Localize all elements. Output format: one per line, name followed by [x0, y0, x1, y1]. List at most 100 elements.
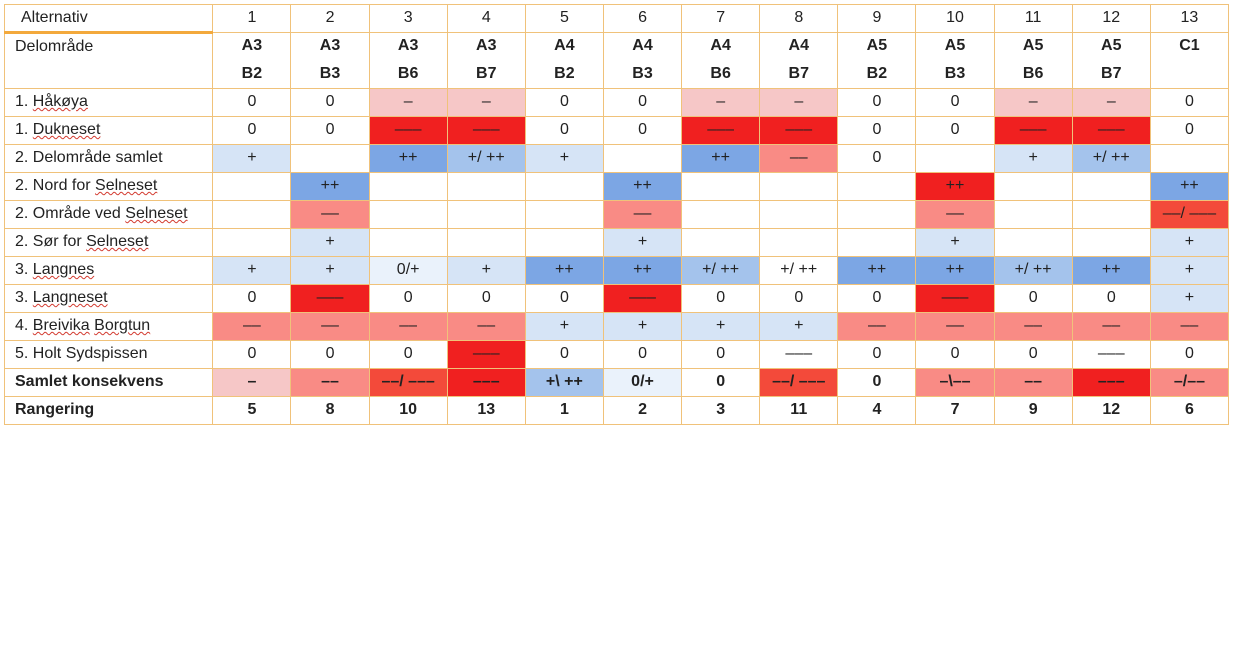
cell-4-0 — [213, 201, 291, 229]
cell-1-9: 0 — [916, 117, 994, 145]
cell-9-8: 0 — [838, 341, 916, 369]
cell-10-3: ––– — [447, 369, 525, 397]
cell-2-8: 0 — [838, 145, 916, 173]
cell-7-10: 0 — [994, 285, 1072, 313]
cell-6-5: ++ — [603, 257, 681, 285]
header-col-13: 13 — [1150, 5, 1228, 33]
header-code1-8: A4 — [760, 33, 838, 61]
cell-11-4: 1 — [525, 397, 603, 425]
cell-3-1: ++ — [291, 173, 369, 201]
cell-2-9 — [916, 145, 994, 173]
cell-1-4: 0 — [525, 117, 603, 145]
row-label-11: Rangering — [5, 397, 213, 425]
row-label-2: 2. Delområde samlet — [5, 145, 213, 173]
cell-11-10: 9 — [994, 397, 1072, 425]
row-label-8: 4. Breivika Borgtun — [5, 313, 213, 341]
cell-8-8: –– — [838, 313, 916, 341]
header-code2-8: B7 — [760, 61, 838, 89]
cell-3-11 — [1072, 173, 1150, 201]
header-code2-7: B6 — [682, 61, 760, 89]
cell-10-8: 0 — [838, 369, 916, 397]
data-row-7: 3. Langneset0–––000–––000–––00+ — [5, 285, 1229, 313]
cell-7-5: ––– — [603, 285, 681, 313]
cell-3-4 — [525, 173, 603, 201]
header-col-8: 8 — [760, 5, 838, 33]
cell-0-10: – — [994, 89, 1072, 117]
header-col-10: 10 — [916, 5, 994, 33]
header-col-2: 2 — [291, 5, 369, 33]
cell-7-7: 0 — [760, 285, 838, 313]
cell-2-11: +/ ++ — [1072, 145, 1150, 173]
row-label-6: 3. Langnes — [5, 257, 213, 285]
cell-4-4 — [525, 201, 603, 229]
header-col-6: 6 — [603, 5, 681, 33]
cell-5-9: + — [916, 229, 994, 257]
cell-5-8 — [838, 229, 916, 257]
header-code2-6: B3 — [603, 61, 681, 89]
cell-6-9: ++ — [916, 257, 994, 285]
cell-0-7: – — [760, 89, 838, 117]
row-label-7: 3. Langneset — [5, 285, 213, 313]
cell-4-8 — [838, 201, 916, 229]
cell-0-6: – — [682, 89, 760, 117]
data-row-4: 2. Område ved Selneset––––––––/ ––– — [5, 201, 1229, 229]
cell-5-10 — [994, 229, 1072, 257]
header-code2-11: B6 — [994, 61, 1072, 89]
cell-9-4: 0 — [525, 341, 603, 369]
cell-8-0: –– — [213, 313, 291, 341]
cell-8-9: –– — [916, 313, 994, 341]
header-code1-2: A3 — [291, 33, 369, 61]
header-code2-1: B2 — [213, 61, 291, 89]
header-code1-10: A5 — [916, 33, 994, 61]
cell-6-6: +/ ++ — [682, 257, 760, 285]
cell-9-2: 0 — [369, 341, 447, 369]
row-label-wavy-8: Breivika — [33, 317, 90, 334]
data-row-5: 2. Sør for Selneset++++ — [5, 229, 1229, 257]
header-code1-9: A5 — [838, 33, 916, 61]
header-code1-7: A4 — [682, 33, 760, 61]
cell-2-10: + — [994, 145, 1072, 173]
cell-3-8 — [838, 173, 916, 201]
cell-2-0: + — [213, 145, 291, 173]
cell-8-2: –– — [369, 313, 447, 341]
header-code1-1: A3 — [213, 33, 291, 61]
cell-11-2: 10 — [369, 397, 447, 425]
cell-5-3 — [447, 229, 525, 257]
cell-6-0: + — [213, 257, 291, 285]
cell-4-6 — [682, 201, 760, 229]
row-label-wavy-1: Dukneset — [33, 121, 101, 138]
row-label-9: 5. Holt Sydspissen — [5, 341, 213, 369]
cell-5-4 — [525, 229, 603, 257]
data-row-2: 2. Delområde samlet++++/ +++++––0++/ ++ — [5, 145, 1229, 173]
header-col-3: 3 — [369, 5, 447, 33]
cell-4-10 — [994, 201, 1072, 229]
cell-6-1: + — [291, 257, 369, 285]
cell-11-1: 8 — [291, 397, 369, 425]
cell-7-12: + — [1150, 285, 1228, 313]
cell-2-5 — [603, 145, 681, 173]
cell-0-9: 0 — [916, 89, 994, 117]
data-row-9: 5. Holt Sydspissen000–––000–––000–––0 — [5, 341, 1229, 369]
cell-7-4: 0 — [525, 285, 603, 313]
row-label-wavy-4: Selneset — [125, 205, 187, 222]
header-code1-3: A3 — [369, 33, 447, 61]
cell-9-6: 0 — [682, 341, 760, 369]
cell-2-7: –– — [760, 145, 838, 173]
cell-4-9: –– — [916, 201, 994, 229]
cell-7-0: 0 — [213, 285, 291, 313]
header-code2-12: B7 — [1072, 61, 1150, 89]
cell-9-12: 0 — [1150, 341, 1228, 369]
cell-0-11: – — [1072, 89, 1150, 117]
header-code2-4: B7 — [447, 61, 525, 89]
cell-10-2: ––/ ––– — [369, 369, 447, 397]
cell-6-11: ++ — [1072, 257, 1150, 285]
row-label-wavy-7: Langneset — [33, 289, 108, 306]
header-col-12: 12 — [1072, 5, 1150, 33]
cell-5-12: + — [1150, 229, 1228, 257]
header-alternativ: Alternativ — [5, 5, 213, 33]
header-code1-11: A5 — [994, 33, 1072, 61]
cell-5-0 — [213, 229, 291, 257]
row-label-5: 2. Sør for Selneset — [5, 229, 213, 257]
cell-9-1: 0 — [291, 341, 369, 369]
cell-4-3 — [447, 201, 525, 229]
